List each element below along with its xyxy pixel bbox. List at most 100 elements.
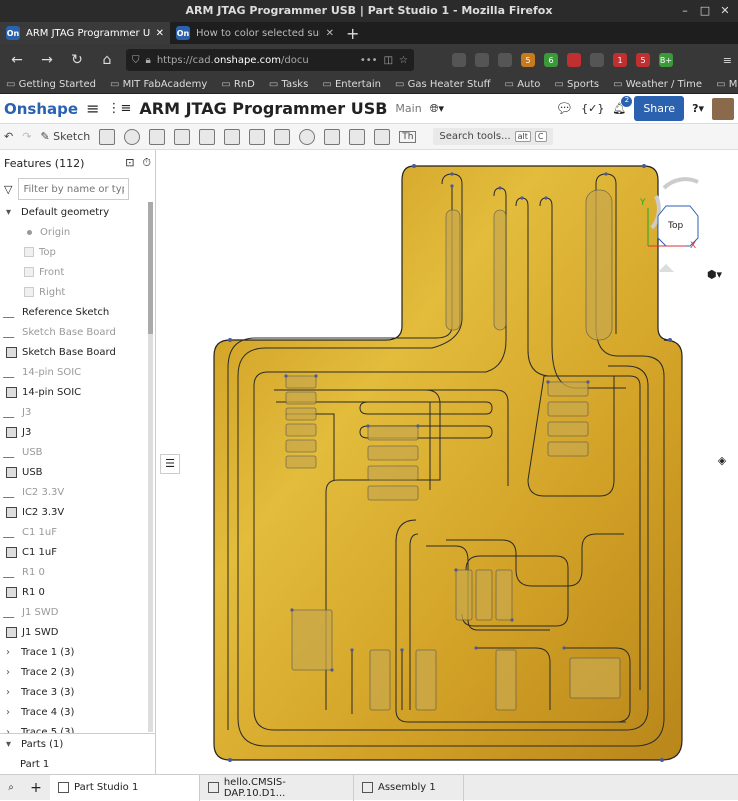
feature-item[interactable]: C1 1uF <box>0 542 155 562</box>
extension-icon[interactable]: 1 <box>613 53 627 67</box>
extension-icon[interactable]: 6 <box>544 53 558 67</box>
revolve-icon[interactable] <box>124 128 141 145</box>
reload-icon[interactable]: ↻ <box>66 52 88 68</box>
tab-manager-icon[interactable]: ⌕ <box>0 782 22 793</box>
shield-icon[interactable]: ⛉ <box>132 55 140 66</box>
forward-icon[interactable]: → <box>36 52 58 68</box>
notifications-icon[interactable]: 🔔︎ 2 <box>612 96 633 115</box>
redo-icon[interactable]: ↷ <box>22 130 31 143</box>
minimize-icon[interactable]: – <box>676 0 694 22</box>
home-icon[interactable]: ⌂ <box>96 52 118 68</box>
bookmark-item[interactable]: Tasks <box>269 79 309 90</box>
extrude-icon[interactable] <box>99 128 116 145</box>
hamburger-menu-icon[interactable]: ≡ <box>86 99 99 118</box>
avatar[interactable] <box>712 97 734 120</box>
default-geometry-item[interactable]: Origin <box>0 222 155 242</box>
feature-item[interactable]: 14-pin SOIC <box>0 382 155 402</box>
bookmark-item[interactable]: MSI <box>716 79 738 90</box>
bookmark-item[interactable]: MIT FabAcademy <box>110 79 208 90</box>
workspace-label[interactable]: Main <box>395 102 421 115</box>
comment-icon[interactable]: 💬︎ <box>555 101 573 117</box>
feature-item[interactable]: R1 0 <box>0 562 155 582</box>
sketch-button[interactable]: ✎ Sketch <box>40 130 90 143</box>
feature-item[interactable]: IC2 3.3V <box>0 482 155 502</box>
close-window-icon[interactable]: ✕ <box>716 0 734 22</box>
chevron-down-icon[interactable]: ▾ <box>6 207 16 218</box>
bookmark-item[interactable]: Weather / Time <box>613 79 702 90</box>
back-icon[interactable]: ← <box>6 52 28 68</box>
tab-hello-cmsis[interactable]: hello.CMSIS-DAP.10.D1... <box>200 774 354 801</box>
view-cube[interactable]: Top X Y <box>638 168 718 278</box>
rollback-icon[interactable]: ⊡ <box>125 156 134 170</box>
tab-part-studio-1[interactable]: Part Studio 1 <box>50 774 200 801</box>
parts-group[interactable]: ▾ Parts (1) <box>0 734 155 754</box>
feature-item[interactable]: IC2 3.3V <box>0 502 155 522</box>
graphics-viewport[interactable]: ☰ ◈ Top X Y ⬢▾ <box>156 150 738 774</box>
url-bar[interactable]: ⛉ 🔒︎ https://cad.onshape.com/docu ••• ◫ … <box>126 49 414 71</box>
bookmark-item[interactable]: Getting Started <box>6 79 96 90</box>
extension-icon[interactable] <box>475 53 489 67</box>
undo-icon[interactable]: ↶ <box>4 130 13 143</box>
tab-assembly-1[interactable]: Assembly 1 <box>354 774 464 801</box>
feature-item[interactable]: J3 <box>0 422 155 442</box>
extension-icon[interactable] <box>590 53 604 67</box>
feature-item[interactable]: › Trace 3 (3) <box>0 682 155 702</box>
document-title[interactable]: ARM JTAG Programmer USB <box>139 99 387 118</box>
extension-icon[interactable] <box>567 53 581 67</box>
feature-item[interactable]: › Trace 4 (3) <box>0 702 155 722</box>
new-tab-icon[interactable]: + <box>340 22 365 44</box>
pattern-icon[interactable] <box>274 128 291 145</box>
pocket-icon[interactable]: ◫ <box>384 55 393 66</box>
bookmark-item[interactable]: Auto <box>505 79 540 90</box>
feature-item[interactable]: J1 SWD <box>0 602 155 622</box>
feature-scrollbar[interactable] <box>148 202 153 732</box>
feature-item[interactable]: Sketch Base Board <box>0 342 155 362</box>
share-button[interactable]: Share <box>634 96 685 121</box>
lock-icon[interactable]: 🔒︎ <box>146 55 151 66</box>
close-tab-icon[interactable]: ✕ <box>156 28 164 39</box>
chevron-down-icon[interactable]: ▾ <box>6 739 16 750</box>
extension-icon[interactable]: 5 <box>636 53 650 67</box>
bookmark-item[interactable]: Sports <box>554 79 599 90</box>
globe-icon[interactable]: 🌐︎▾ <box>430 102 444 116</box>
feature-item[interactable]: Reference Sketch <box>0 302 155 322</box>
feature-item[interactable]: › Trace 1 (3) <box>0 642 155 662</box>
filter-icon[interactable]: ▽ <box>4 183 12 196</box>
sweep-icon[interactable] <box>149 128 166 145</box>
insert-tab-icon[interactable]: + <box>22 780 50 796</box>
menu-icon[interactable]: ≡ <box>723 54 732 67</box>
feature-item[interactable]: 14-pin SOIC <box>0 362 155 382</box>
bookmark-star-icon[interactable]: ☆ <box>399 55 408 66</box>
extension-icon[interactable] <box>498 53 512 67</box>
bookmark-item[interactable]: RnD <box>221 79 255 90</box>
featurescript-icon[interactable]: {✓} <box>581 102 604 115</box>
feature-item[interactable]: R1 0 <box>0 582 155 602</box>
part-item[interactable]: Part 1 <box>0 754 155 774</box>
extension-icon[interactable] <box>452 53 466 67</box>
text-tool-icon[interactable]: Th <box>399 130 417 143</box>
loft-icon[interactable] <box>174 128 191 145</box>
boolean-icon[interactable] <box>299 128 316 145</box>
feature-item[interactable]: USB <box>0 462 155 482</box>
plane-icon[interactable] <box>349 128 366 145</box>
feature-item[interactable]: Sketch Base Board <box>0 322 155 342</box>
thicken-icon[interactable] <box>199 128 216 145</box>
feature-filter-input[interactable] <box>18 178 130 200</box>
feature-item[interactable]: J3 <box>0 402 155 422</box>
default-geometry-item[interactable]: Front <box>0 262 155 282</box>
feature-item[interactable]: C1 1uF <box>0 522 155 542</box>
feature-item[interactable]: › Trace 2 (3) <box>0 662 155 682</box>
chamfer-icon[interactable] <box>249 128 266 145</box>
default-geometry-item[interactable]: Right <box>0 282 155 302</box>
extension-icon[interactable]: B+ <box>659 53 673 67</box>
timer-icon[interactable]: ⏱︎ <box>142 156 151 170</box>
page-actions-icon[interactable]: ••• <box>360 55 378 66</box>
bookmark-item[interactable]: Gas Heater Stuff <box>395 79 491 90</box>
default-geometry-item[interactable]: Top <box>0 242 155 262</box>
help-icon[interactable]: ?▾ <box>692 102 704 115</box>
search-tools-button[interactable]: Search tools... alt C <box>433 128 553 145</box>
fillet-icon[interactable] <box>224 128 241 145</box>
mate-connector-icon[interactable] <box>374 128 391 145</box>
browser-tab-active[interactable]: On ARM JTAG Programmer USB ✕ <box>0 22 170 44</box>
split-icon[interactable] <box>324 128 341 145</box>
